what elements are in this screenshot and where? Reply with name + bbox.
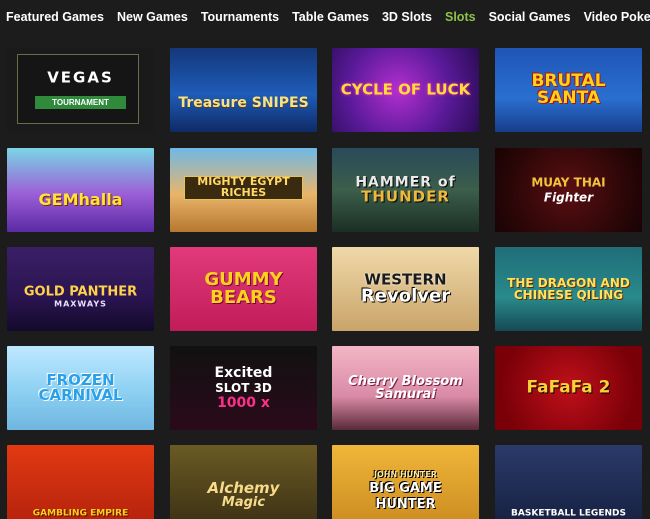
game-title: GAMBLING EMPIRE — [32, 508, 129, 519]
game-title-block: WESTERN Revolver — [332, 272, 479, 307]
game-subtitle: TOURNAMENT — [35, 96, 126, 109]
game-title: CYCLE OF LUCK — [340, 80, 471, 99]
game-title: FROZEN CARNIVAL — [38, 371, 123, 404]
game-tile-gemhalla[interactable]: GEMhalla — [7, 148, 154, 232]
game-tile-western-revolver[interactable]: WESTERN Revolver — [332, 247, 479, 331]
game-title-line2: SLOT 3D — [215, 381, 272, 395]
game-title: GEMhalla — [38, 190, 123, 210]
game-title: JOHN HUNTER — [374, 470, 437, 480]
game-tile-brutal-santa[interactable]: BRUTAL SANTA — [495, 48, 642, 132]
game-title: Excited — [214, 365, 273, 381]
game-title: THE DRAGON AND CHINESE QILING — [507, 276, 630, 302]
tile-frame — [17, 54, 139, 124]
game-title-line2: Revolver — [360, 285, 451, 307]
game-title: Cherry Blossom Samurai — [348, 374, 463, 402]
game-title-block: Excited SLOT 3D 1000 x — [170, 366, 317, 410]
nav-item-featured-games[interactable]: Featured Games — [6, 10, 104, 24]
nav-item-3d-slots[interactable]: 3D Slots — [382, 10, 432, 24]
game-title-line2: MAXWAYS — [54, 299, 107, 309]
nav-item-slots[interactable]: Slots — [445, 10, 476, 24]
game-tile-treasure-snipes[interactable]: Treasure SNIPES — [170, 48, 317, 132]
game-tile-cherry-blossom-samurai[interactable]: Cherry Blossom Samurai — [332, 346, 479, 430]
game-title-line2: THUNDER — [361, 187, 450, 206]
game-tile-hammer-of-thunder[interactable]: HAMMER of THUNDER — [332, 148, 479, 232]
game-tile-muay-thai-fighter[interactable]: MUAY THAI Fighter — [495, 148, 642, 232]
nav-item-new-games[interactable]: New Games — [117, 10, 188, 24]
nav-item-social-games[interactable]: Social Games — [489, 10, 571, 24]
game-title: Treasure SNIPES — [178, 94, 309, 111]
game-title-block: HAMMER of THUNDER — [332, 176, 479, 205]
game-title: GOLD PANTHER — [23, 284, 138, 300]
game-title: MUAY THAI — [531, 175, 606, 190]
game-tile-vegas-tournament[interactable]: VEGAS TOURNAMENT — [7, 48, 154, 132]
game-title-line2: Fighter — [543, 190, 594, 205]
game-title-line2: BIG GAME — [369, 481, 442, 497]
game-title-block: GOLD PANTHER MAXWAYS — [7, 286, 154, 309]
game-tile-basketball-legends[interactable]: BASKETBALL LEGENDS — [495, 445, 642, 519]
nav-item-table-games[interactable]: Table Games — [292, 10, 369, 24]
game-tile-excited-slot-3d[interactable]: Excited SLOT 3D 1000 x — [170, 346, 317, 430]
nav-item-tournaments[interactable]: Tournaments — [201, 10, 279, 24]
game-title: VEGAS — [47, 68, 114, 87]
game-title: GUMMY BEARS — [204, 269, 283, 308]
game-tile-gambling-empire[interactable]: GAMBLING EMPIRE — [7, 445, 154, 519]
category-nav: Featured Games New Games Tournaments Tab… — [0, 0, 650, 34]
game-title-block: Alchemy Magic — [170, 481, 317, 511]
game-title: FaFaFa 2 — [526, 377, 611, 398]
game-title-line3: 1000 x — [217, 395, 270, 411]
game-title-line2: Magic — [221, 495, 266, 511]
game-tile-gummy-bears[interactable]: GUMMY BEARS — [170, 247, 317, 331]
game-tile-alchemy-magic[interactable]: Alchemy Magic — [170, 445, 317, 519]
game-title-block: MUAY THAI Fighter — [495, 177, 642, 204]
game-tile-dragon-chinese-qiling[interactable]: THE DRAGON AND CHINESE QILING — [495, 247, 642, 331]
game-tile-mighty-egypt-riches[interactable]: MIGHTY EGYPT RICHES — [170, 148, 317, 232]
game-title-block: JOHN HUNTER BIG GAME HUNTER — [332, 470, 479, 513]
game-tile-big-game-hunter[interactable]: JOHN HUNTER BIG GAME HUNTER — [332, 445, 479, 519]
game-tile-frozen-carnival[interactable]: FROZEN CARNIVAL — [7, 346, 154, 430]
game-title: BRUTAL SANTA — [531, 71, 606, 108]
game-title: BASKETBALL LEGENDS — [511, 508, 626, 519]
game-tile-fafafa-2[interactable]: FaFaFa 2 — [495, 346, 642, 430]
game-tile-cycle-of-luck[interactable]: CYCLE OF LUCK — [332, 48, 479, 132]
game-title: MIGHTY EGYPT RICHES — [197, 175, 290, 200]
nav-item-video-poker[interactable]: Video Poker — [584, 10, 650, 24]
games-grid: VEGAS TOURNAMENT Treasure SNIPES CYCLE O… — [0, 44, 650, 519]
game-tile-gold-panther-maxways[interactable]: GOLD PANTHER MAXWAYS — [7, 247, 154, 331]
game-title-line3: HUNTER — [375, 497, 436, 513]
